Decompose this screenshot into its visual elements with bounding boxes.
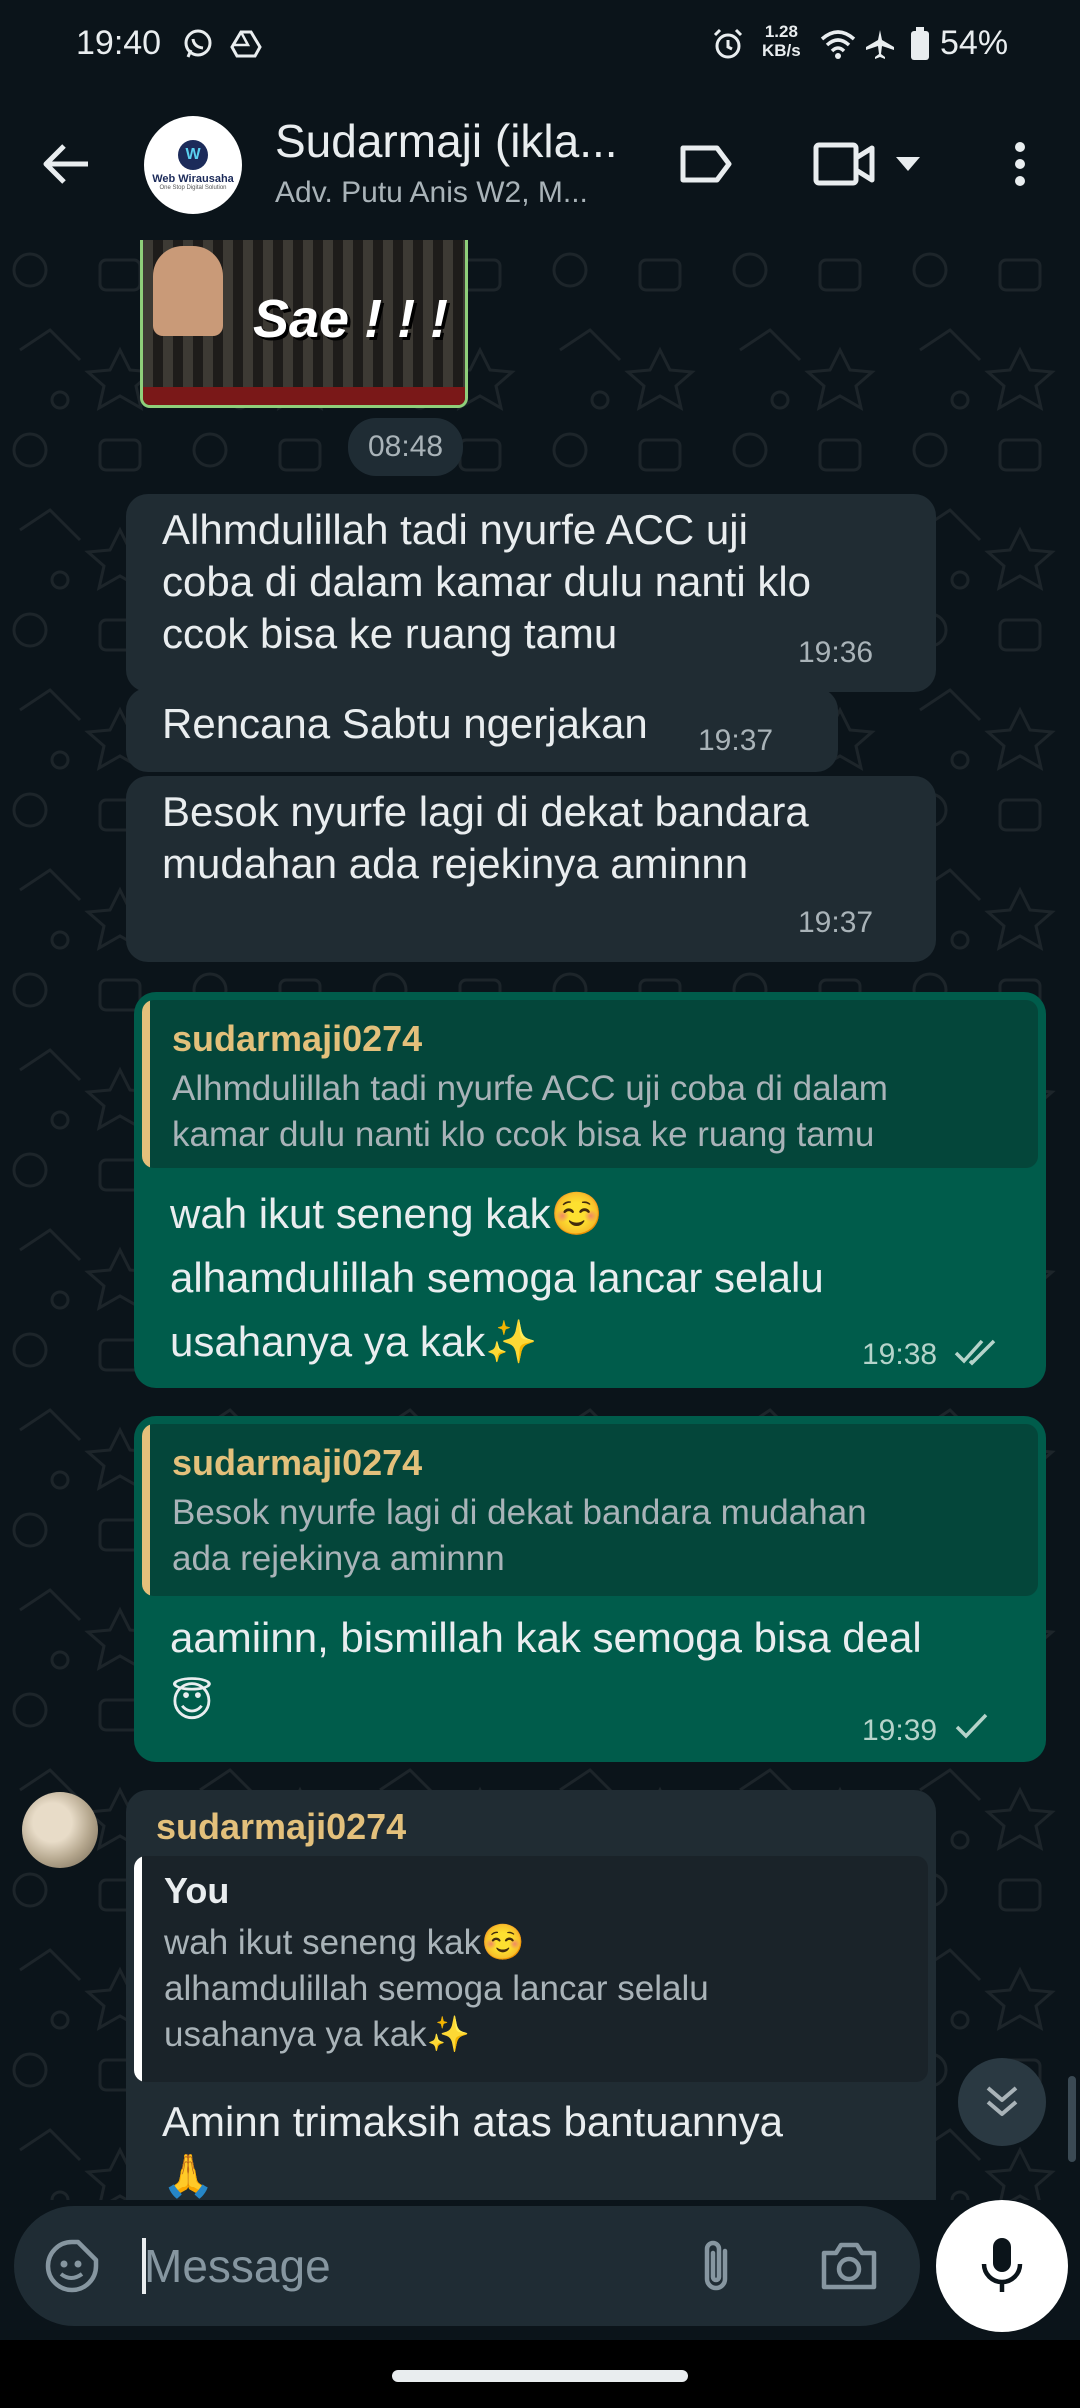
message-text-line: coba di dalam kamar dulu nanti klo: [162, 558, 812, 605]
quote-accent-bar: [142, 1424, 150, 1596]
message-text-line: Besok nyurfe lagi di dekat bandara: [162, 788, 809, 835]
quote-text-line: wah ikut seneng kak☺️: [164, 1923, 525, 1962]
system-navigation-bar: [0, 2340, 1080, 2408]
message-text-line: alhamdulillah semoga lancar selalu: [170, 1254, 824, 1301]
reply-quote[interactable]: You wah ikut seneng kak☺️ alhamdulillah …: [134, 1856, 928, 2082]
quote-sender: sudarmaji0274: [172, 1018, 423, 1059]
wifi-icon: [818, 26, 858, 62]
airplane-icon: [862, 26, 898, 62]
thumbs-up-hand: [153, 246, 223, 336]
scrollbar-thumb[interactable]: [1068, 2076, 1076, 2162]
chat-title[interactable]: Sudarmaji (ikla...: [275, 114, 618, 168]
quote-text-line: usahanya ya kak✨: [164, 2015, 471, 2054]
sent-check-icon: [954, 1712, 990, 1745]
sticker-image[interactable]: Sae ! ! !: [140, 240, 468, 408]
quote-accent-bar: [134, 1856, 142, 2082]
reply-quote[interactable]: sudarmaji0274 Besok nyurfe lagi di dekat…: [142, 1424, 1038, 1596]
read-receipt-icon: [954, 1338, 1000, 1371]
message-input[interactable]: [144, 2226, 664, 2306]
quote-sender: sudarmaji0274: [172, 1442, 423, 1483]
message-time: 19:39: [862, 1714, 938, 1747]
back-arrow-icon[interactable]: [36, 134, 96, 194]
quote-text-line: kamar dulu nanti klo ccok bisa ke ruang …: [172, 1115, 875, 1154]
chat-subtitle[interactable]: Adv. Putu Anis W2, M...: [275, 176, 588, 210]
voice-message-button[interactable]: [936, 2200, 1068, 2332]
message-text-line: Rencana Sabtu ngerjakan: [162, 700, 648, 747]
message-time: 19:37: [798, 906, 874, 939]
quote-text-line: alhamdulillah semoga lancar selalu: [164, 1969, 709, 2008]
alarm-icon: [710, 26, 746, 62]
video-call-icon[interactable]: [812, 134, 876, 194]
sticker-time: 08:48: [348, 418, 464, 476]
message-bubble-incoming[interactable]: Besok nyurfe lagi di dekat bandara mudah…: [126, 776, 936, 962]
message-text-line: Aminn trimaksih atas bantuannya: [162, 2098, 783, 2145]
quote-sender: You: [164, 1870, 230, 1911]
attach-icon[interactable]: [684, 2234, 748, 2298]
contact-avatar[interactable]: W Web Wirausaha One Stop Digital Solutio…: [144, 116, 242, 214]
scroll-to-bottom-button[interactable]: [958, 2058, 1046, 2146]
sticker-text: Sae ! ! !: [253, 289, 449, 349]
message-bubble-incoming[interactable]: sudarmaji0274 You wah ikut seneng kak☺️ …: [126, 1790, 936, 2200]
mic-icon: [981, 2238, 1023, 2292]
message-bubble-outgoing[interactable]: sudarmaji0274 Besok nyurfe lagi di dekat…: [134, 1416, 1046, 1762]
message-composer: [0, 2200, 1080, 2340]
sticker-icon[interactable]: [42, 2236, 102, 2296]
message-input-container[interactable]: [14, 2206, 920, 2326]
more-vert-icon[interactable]: [1000, 134, 1040, 194]
avatar-logo-tag: One Stop Digital Solution: [159, 184, 227, 191]
double-chevron-down-icon: [986, 2086, 1018, 2116]
chevron-down-icon[interactable]: [892, 150, 924, 178]
message-time: 19:38: [862, 1338, 938, 1371]
battery-icon: [908, 26, 932, 62]
avatar-logo-name: Web Wirausaha: [152, 172, 234, 185]
message-text-line: aamiinn, bismillah kak semoga bisa deal: [170, 1614, 922, 1661]
web-wirausaha-logo-icon: W: [178, 139, 208, 170]
camera-icon[interactable]: [814, 2236, 884, 2296]
message-time: 19:36: [798, 636, 874, 669]
quote-accent-bar: [142, 1000, 150, 1168]
quote-text-line: Besok nyurfe lagi di dekat bandara mudah…: [172, 1493, 867, 1532]
chat-header: W Web Wirausaha One Stop Digital Solutio…: [0, 88, 1080, 240]
quote-text-line: ada rejekinya aminnn: [172, 1539, 505, 1578]
message-text-line: 🙏: [162, 2152, 215, 2199]
message-text-line: mudahan ada rejekinya aminnn: [162, 840, 749, 887]
gesture-handle[interactable]: [392, 2370, 688, 2382]
message-text-line: usahanya ya kak✨: [170, 1318, 538, 1365]
status-time: 19:40: [76, 24, 162, 62]
message-bubble-outgoing[interactable]: sudarmaji0274 Alhmdulillah tadi nyurfe A…: [134, 992, 1046, 1388]
sender-avatar[interactable]: [22, 1792, 98, 1868]
chat-messages[interactable]: Sae ! ! ! 08:48 Alhmdulillah tadi nyurfe…: [0, 240, 1080, 2200]
message-text-line: wah ikut seneng kak☺️: [170, 1190, 603, 1237]
message-bubble-incoming[interactable]: Alhmdulillah tadi nyurfe ACC uji coba di…: [126, 494, 936, 692]
message-bubble-incoming[interactable]: Rencana Sabtu ngerjakan 19:37: [126, 688, 838, 772]
message-text-line: Alhmdulillah tadi nyurfe ACC uji: [162, 506, 748, 553]
status-bar: 19:40 1.28 KB/s 54%: [0, 0, 1080, 88]
message-text-line: ccok bisa ke ruang tamu: [162, 610, 618, 657]
reply-quote[interactable]: sudarmaji0274 Alhmdulillah tadi nyurfe A…: [142, 1000, 1038, 1168]
message-time: 19:37: [698, 724, 774, 757]
quote-text-line: Alhmdulillah tadi nyurfe ACC uji coba di…: [172, 1069, 888, 1108]
battery-percentage: 54%: [940, 24, 1009, 62]
message-text-line: 😇: [170, 1678, 214, 1725]
sticker-red-bar: [143, 387, 465, 405]
whatsapp-icon: [180, 26, 216, 62]
message-sender[interactable]: sudarmaji0274: [156, 1806, 406, 1848]
network-speed: 1.28 KB/s: [762, 22, 801, 60]
drive-icon: [228, 26, 264, 62]
label-icon[interactable]: [674, 132, 738, 196]
